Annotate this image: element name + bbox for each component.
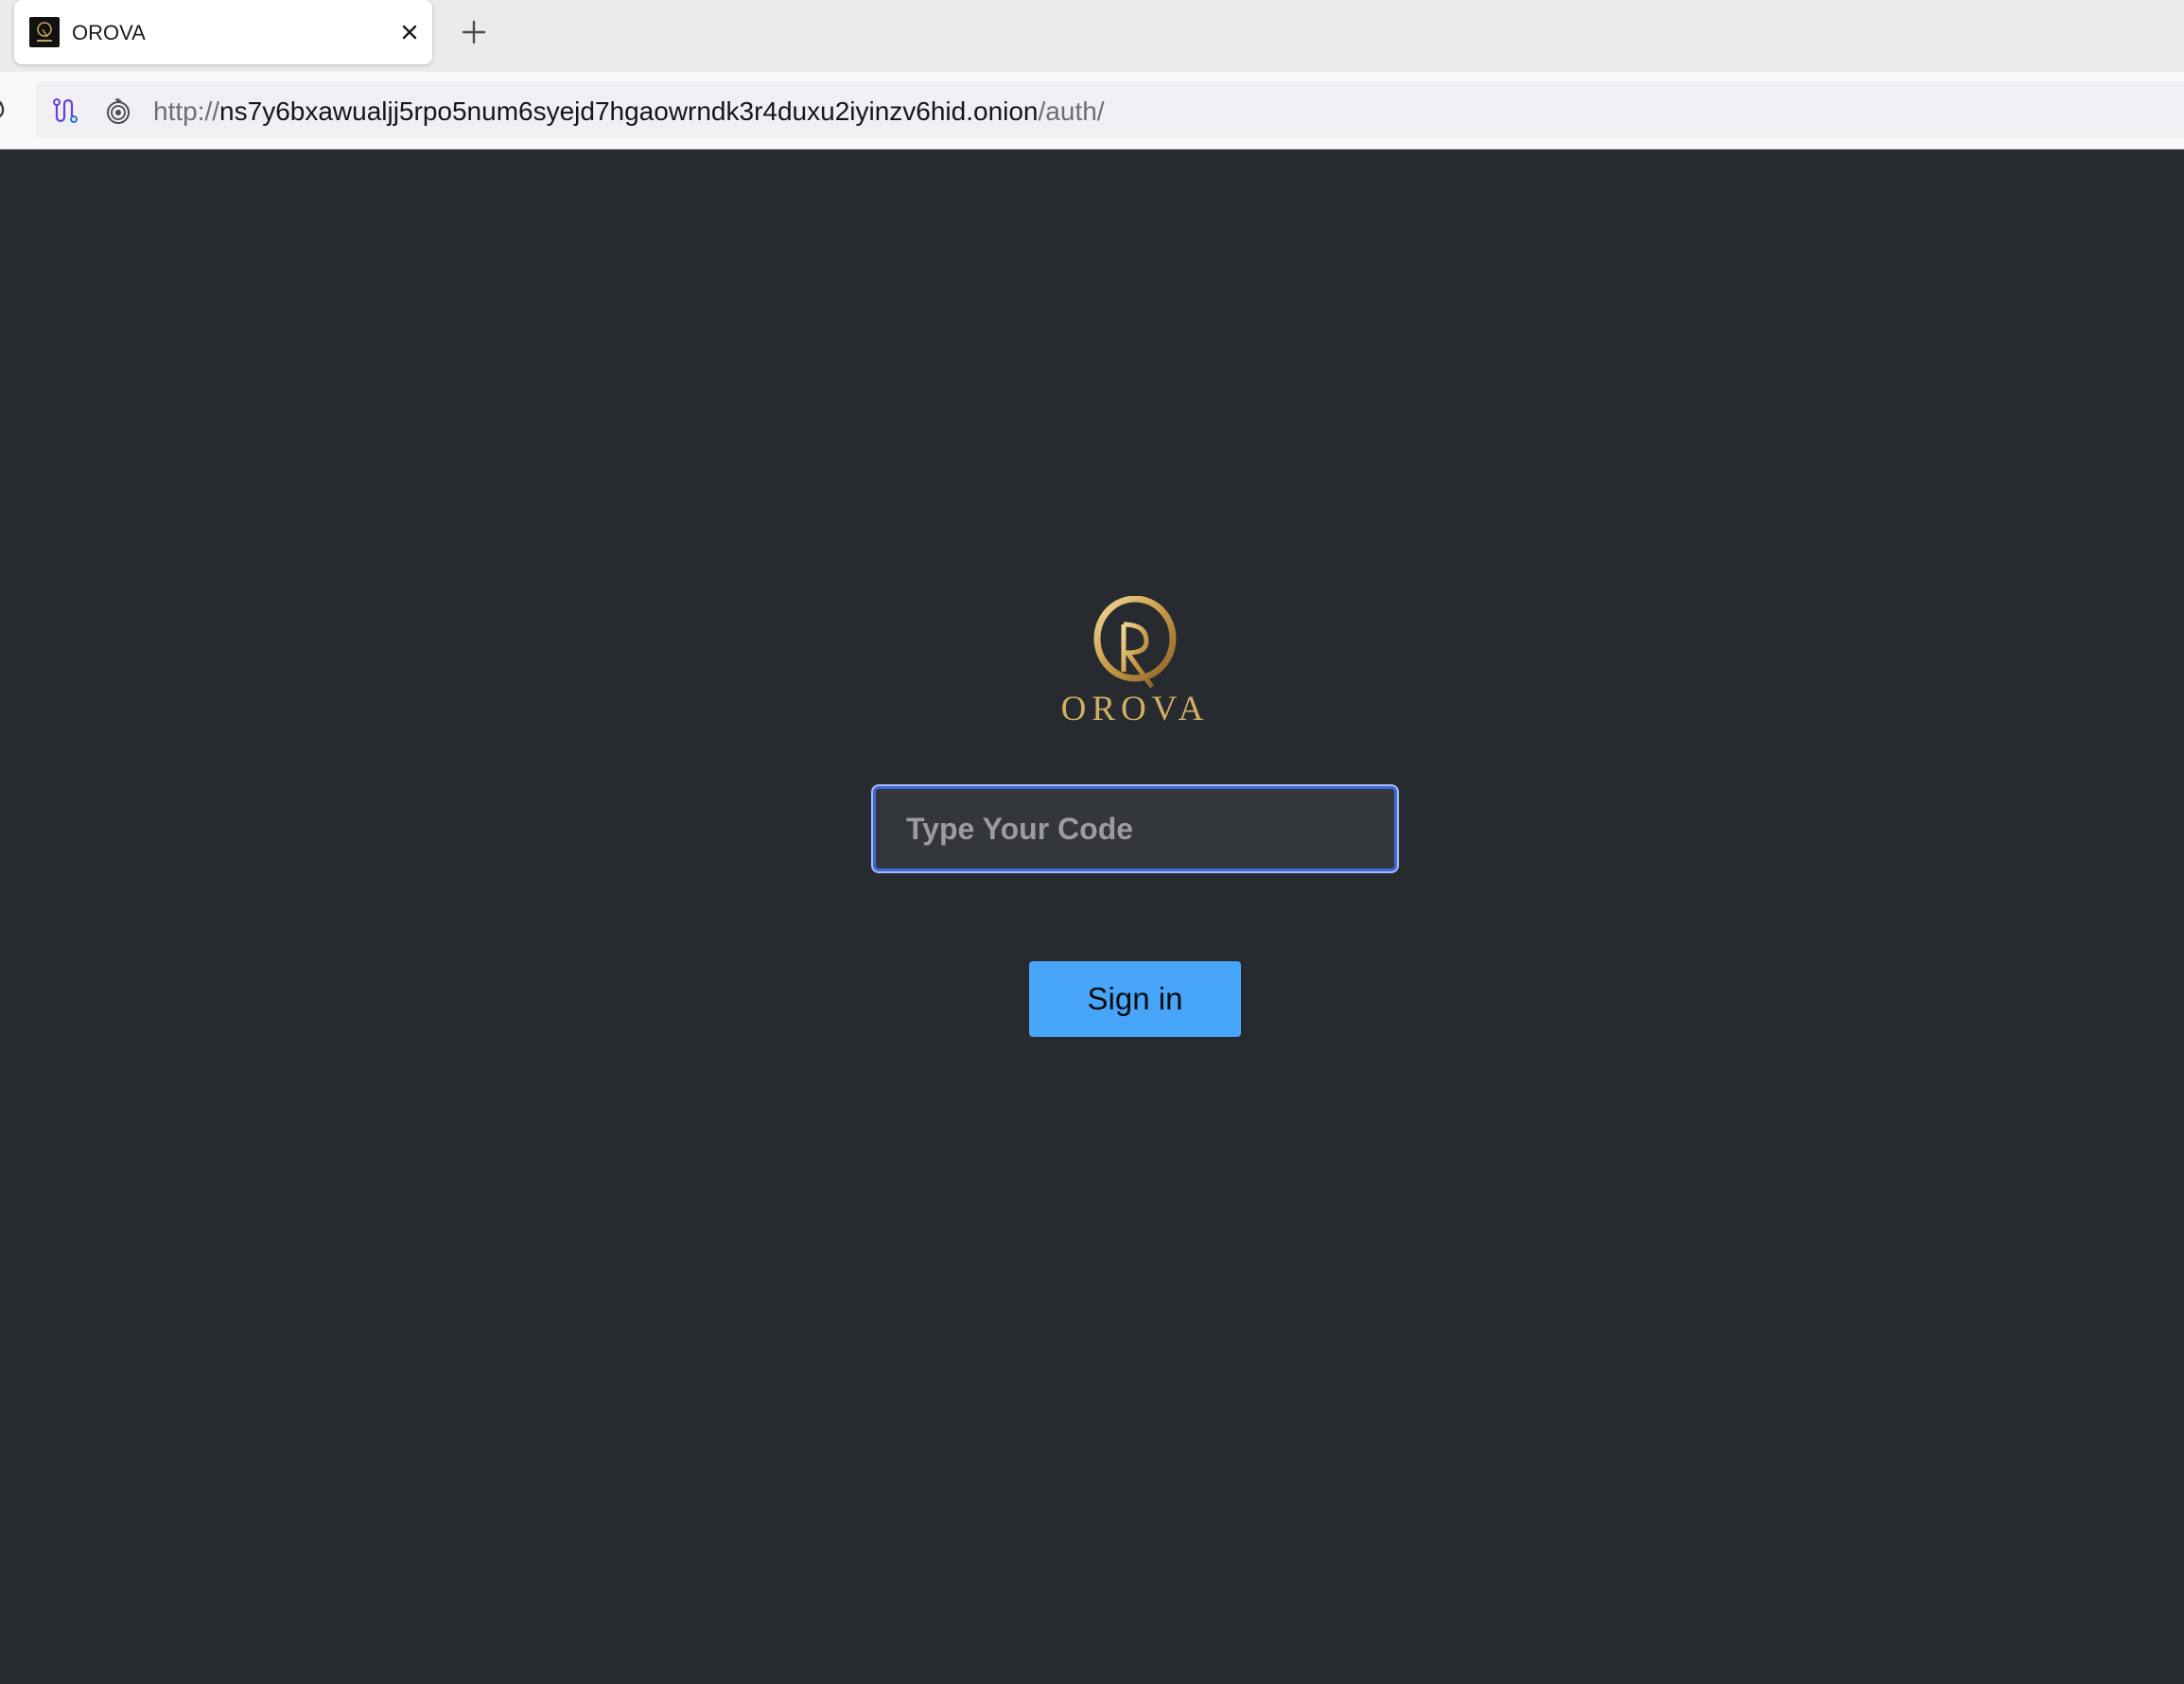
close-icon[interactable] xyxy=(395,18,424,46)
address-bar[interactable]: http://ns7y6bxawualjj5rpo5num6syejd7hgao… xyxy=(36,81,2184,138)
tab-strip: OROVA xyxy=(0,0,2184,72)
url-host: ns7y6bxawualjj5rpo5num6syejd7hgaowrndk3r… xyxy=(219,96,1039,126)
browser-toolbar: http://ns7y6bxawualjj5rpo5num6syejd7hgao… xyxy=(0,72,2184,149)
orova-logo-icon xyxy=(29,17,60,47)
reload-icon[interactable] xyxy=(0,96,11,123)
url-text[interactable]: http://ns7y6bxawualjj5rpo5num6syejd7hgao… xyxy=(153,97,1105,126)
page-content xyxy=(0,149,2184,1684)
orova-logo-mark xyxy=(1088,595,1182,694)
plus-icon[interactable] xyxy=(458,16,490,48)
browser-tab[interactable]: OROVA xyxy=(14,0,432,64)
tor-circuit-icon[interactable] xyxy=(51,96,79,125)
sign-in-button[interactable]: Sign in xyxy=(1029,961,1241,1037)
tab-title: OROVA xyxy=(72,21,146,44)
url-scheme: http:// xyxy=(153,96,220,126)
orova-wordmark: OROVA xyxy=(1060,690,1210,728)
code-input[interactable] xyxy=(873,786,1397,871)
orova-logo: OROVA xyxy=(1040,595,1230,728)
onion-icon[interactable] xyxy=(104,96,132,125)
url-path: /auth/ xyxy=(1038,96,1105,126)
